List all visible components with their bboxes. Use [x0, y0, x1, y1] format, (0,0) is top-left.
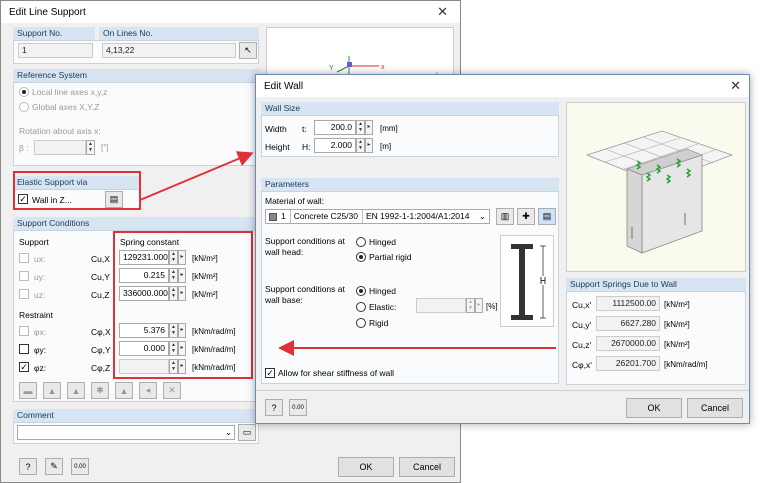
arrow-to-wall-dialog [139, 151, 254, 201]
annotation-arrows [139, 151, 556, 356]
